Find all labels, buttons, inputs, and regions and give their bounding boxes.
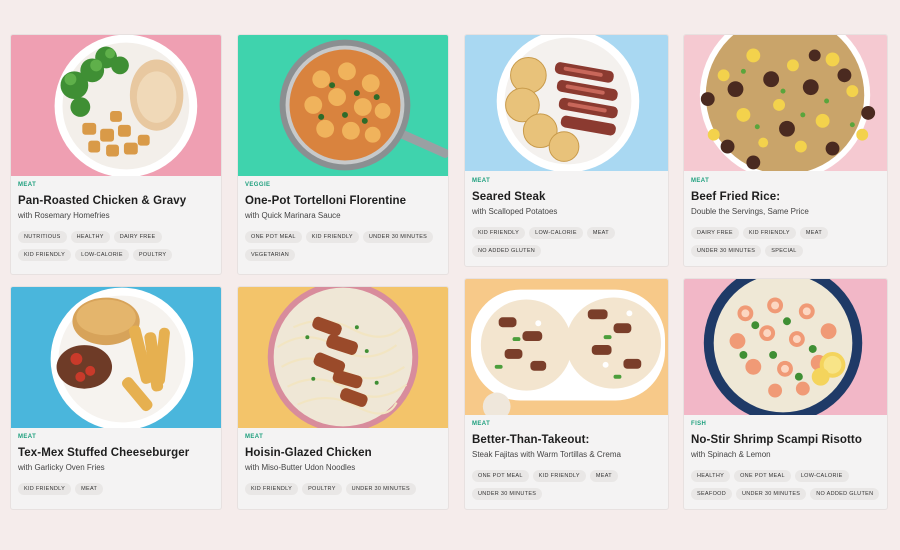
- recipe-photo[interactable]: [465, 279, 668, 415]
- category-label: MEAT: [472, 421, 491, 427]
- tag-meat: MEAT: [586, 227, 615, 239]
- tag-one-pot-meal: ONE POT MEAL: [472, 470, 529, 482]
- recipe-photo[interactable]: [11, 35, 221, 176]
- recipe-card-hoisin-glazed-chicken[interactable]: MEAT Hoisin-Glazed Chicken with Miso-But…: [237, 286, 449, 510]
- tag-low-calorie: LOW-CALORIE: [529, 227, 583, 239]
- tag-kid-friendly: KID FRIENDLY: [18, 483, 72, 495]
- recipe-title[interactable]: One-Pot Tortelloni Florentine: [245, 195, 442, 207]
- recipe-subtitle: with Quick Marinara Sauce: [245, 211, 341, 220]
- category-label: MEAT: [472, 178, 491, 184]
- tag-kid-friendly: KID FRIENDLY: [245, 483, 299, 495]
- category-label: MEAT: [18, 182, 37, 188]
- tag-dairy-free: DAIRY FREE: [113, 231, 162, 243]
- tag-list: HEALTHY ONE POT MEAL LOW-CALORIE SEAFOOD…: [691, 470, 881, 500]
- tag-list: DAIRY FREE KID FRIENDLY MEAT UNDER 30 MI…: [691, 227, 881, 257]
- tag-kid-friendly: KID FRIENDLY: [742, 227, 796, 239]
- tag-list: NUTRITIOUS HEALTHY DAIRY FREE KID FRIEND…: [18, 231, 215, 261]
- category-label: MEAT: [245, 434, 264, 440]
- recipe-title[interactable]: No-Stir Shrimp Scampi Risotto: [691, 434, 881, 446]
- recipe-title[interactable]: Pan-Roasted Chicken & Gravy: [18, 195, 215, 207]
- tag-under-30-minutes: UNDER 30 MINUTES: [362, 231, 434, 243]
- recipe-title[interactable]: Seared Steak: [472, 191, 662, 203]
- tag-no-added-gluten: NO ADDED GLUTEN: [472, 245, 542, 257]
- recipe-subtitle: with Scalloped Potatoes: [472, 207, 558, 216]
- category-label: VEGGIE: [245, 182, 271, 188]
- tag-list: KID FRIENDLY POULTRY UNDER 30 MINUTES: [245, 483, 442, 495]
- tag-vegetarian: VEGETARIAN: [245, 249, 296, 261]
- category-label: MEAT: [18, 434, 37, 440]
- recipe-subtitle: Steak Fajitas with Warm Tortillas & Crem…: [472, 450, 621, 459]
- recipe-photo[interactable]: [465, 35, 668, 171]
- tag-list: KID FRIENDLY LOW-CALORIE MEAT NO ADDED G…: [472, 227, 662, 257]
- tag-under-30-minutes: UNDER 30 MINUTES: [472, 488, 543, 500]
- tag-kid-friendly: KID FRIENDLY: [472, 227, 526, 239]
- recipe-title[interactable]: Tex-Mex Stuffed Cheeseburger: [18, 447, 215, 459]
- tag-dairy-free: DAIRY FREE: [691, 227, 739, 239]
- recipe-photo[interactable]: [684, 279, 887, 415]
- tag-list: KID FRIENDLY MEAT: [18, 483, 215, 495]
- tag-meat: MEAT: [589, 470, 618, 482]
- recipe-card-steak-fajitas[interactable]: MEAT Better-Than-Takeout: Steak Fajitas …: [464, 278, 669, 510]
- recipe-card-pan-roasted-chicken[interactable]: MEAT Pan-Roasted Chicken & Gravy with Ro…: [10, 34, 222, 275]
- tag-meat: MEAT: [799, 227, 828, 239]
- recipe-photo[interactable]: [684, 35, 887, 171]
- tag-one-pot-meal: ONE POT MEAL: [245, 231, 302, 243]
- tag-low-calorie: LOW-CALORIE: [794, 470, 849, 482]
- tag-no-added-gluten: NO ADDED GLUTEN: [810, 488, 880, 500]
- tag-seafood: SEAFOOD: [691, 488, 732, 500]
- category-label: FISH: [691, 421, 707, 427]
- recipe-title[interactable]: Better-Than-Takeout:: [472, 434, 662, 446]
- category-label: MEAT: [691, 178, 710, 184]
- recipe-subtitle: with Spinach & Lemon: [691, 450, 771, 459]
- tag-one-pot-meal: ONE POT MEAL: [734, 470, 791, 482]
- recipe-subtitle: with Garlicky Oven Fries: [18, 463, 105, 472]
- tag-healthy: HEALTHY: [70, 231, 110, 243]
- recipe-subtitle: with Rosemary Homefries: [18, 211, 110, 220]
- recipe-photo[interactable]: [238, 287, 448, 428]
- recipe-photo[interactable]: [238, 35, 448, 176]
- recipe-subtitle: with Miso-Butter Udon Noodles: [245, 463, 356, 472]
- tag-poultry: POULTRY: [302, 483, 342, 495]
- recipe-title[interactable]: Beef Fried Rice:: [691, 191, 881, 203]
- tag-list: ONE POT MEAL KID FRIENDLY UNDER 30 MINUT…: [245, 231, 442, 261]
- recipe-photo[interactable]: [11, 287, 221, 428]
- tag-kid-friendly: KID FRIENDLY: [18, 249, 72, 261]
- tag-under-30-minutes: UNDER 30 MINUTES: [691, 245, 762, 257]
- recipe-title[interactable]: Hoisin-Glazed Chicken: [245, 447, 442, 459]
- recipe-card-tex-mex-cheeseburger[interactable]: MEAT Tex-Mex Stuffed Cheeseburger with G…: [10, 286, 222, 510]
- tag-low-calorie: LOW-CALORIE: [75, 249, 129, 261]
- recipe-card-seared-steak[interactable]: MEAT Seared Steak with Scalloped Potatoe…: [464, 34, 669, 267]
- tag-kid-friendly: KID FRIENDLY: [532, 470, 586, 482]
- tag-healthy: HEALTHY: [691, 470, 731, 482]
- tag-under-30-minutes: UNDER 30 MINUTES: [736, 488, 807, 500]
- tag-meat: MEAT: [75, 483, 104, 495]
- tag-list: ONE POT MEAL KID FRIENDLY MEAT UNDER 30 …: [472, 470, 662, 500]
- tag-nutritious: NUTRITIOUS: [18, 231, 67, 243]
- recipe-card-tortelloni-florentine[interactable]: VEGGIE One-Pot Tortelloni Florentine wit…: [237, 34, 449, 275]
- tag-special: SPECIAL: [765, 245, 803, 257]
- recipe-card-shrimp-scampi-risotto[interactable]: FISH No-Stir Shrimp Scampi Risotto with …: [683, 278, 888, 510]
- tag-under-30-minutes: UNDER 30 MINUTES: [345, 483, 416, 495]
- tag-kid-friendly: KID FRIENDLY: [305, 231, 359, 243]
- tag-poultry: POULTRY: [132, 249, 173, 261]
- recipe-card-beef-fried-rice[interactable]: MEAT Beef Fried Rice: Double the Serving…: [683, 34, 888, 267]
- recipe-subtitle: Double the Servings, Same Price: [691, 207, 809, 216]
